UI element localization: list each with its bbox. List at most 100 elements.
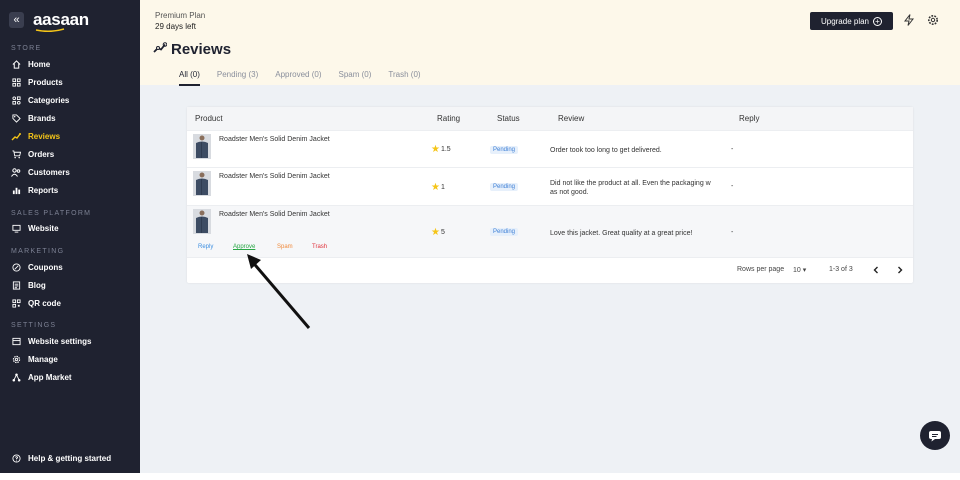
sidebar-item-categories[interactable]: Categories [11, 94, 69, 106]
rows-per-page-select[interactable]: 10 ▾ [793, 266, 806, 274]
lightning-icon[interactable] [903, 14, 915, 26]
product-name[interactable]: Roadster Men's Solid Denim Jacket [219, 211, 330, 218]
column-header-product: Product [195, 114, 223, 123]
collapse-sidebar-button[interactable]: « [9, 12, 24, 28]
sidebar-item-app-market[interactable]: App Market [11, 371, 72, 383]
review-text: Order took too long to get delivered. [550, 146, 728, 155]
blog-icon [11, 280, 21, 290]
upgrade-plan-button[interactable]: Upgrade plan + [810, 12, 893, 30]
status-badge: Pending [490, 183, 519, 191]
chat-icon [929, 430, 941, 441]
sidebar-item-website-settings[interactable]: Website settings [11, 335, 91, 347]
help-link[interactable]: Help & getting started [11, 452, 111, 464]
sidebar-item-products[interactable]: Products [11, 76, 63, 88]
sidebar-item-label: Brands [28, 113, 56, 123]
rating-value: 1.5 [440, 146, 451, 153]
sidebar-item-coupons[interactable]: Coupons [11, 261, 63, 273]
sidebar-item-label: Home [28, 59, 51, 69]
rating: ★ 1.5 [431, 144, 451, 155]
chevron-left-icon[interactable] [872, 266, 880, 274]
top-banner: Premium Plan 29 days left Reviews All (0… [140, 0, 960, 86]
sidebar-item-brands[interactable]: Brands [11, 112, 56, 124]
aasaan-logo[interactable]: aasaan [33, 11, 89, 32]
products-icon [11, 77, 21, 87]
table-row[interactable]: Roadster Men's Solid Denim Jacket ★ 1.5 P… [187, 130, 913, 167]
column-header-rating: Rating [437, 114, 461, 123]
app-frame: « aasaan STORE Home Products Categories … [0, 0, 960, 473]
reviews-icon [153, 41, 168, 58]
website-settings-icon [11, 336, 21, 346]
gear-icon[interactable] [927, 14, 939, 26]
sidebar-item-label: Manage [28, 354, 58, 364]
status-badge: Pending [490, 146, 519, 154]
plan-info: Premium Plan 29 days left [155, 10, 205, 32]
product-name[interactable]: Roadster Men's Solid Denim Jacket [219, 136, 330, 143]
sidebar-item-label: Reports [28, 185, 59, 195]
sidebar-item-label: Website [28, 223, 59, 233]
sidebar-item-reports[interactable]: Reports [11, 184, 58, 196]
reply-text: - [731, 183, 734, 190]
sidebar-item-label: Customers [28, 167, 70, 177]
sidebar-item-orders[interactable]: Orders [11, 148, 54, 160]
chat-button[interactable] [920, 421, 950, 450]
review-line: Did not like the product at all. Even th… [550, 180, 711, 187]
product-name[interactable]: Roadster Men's Solid Denim Jacket [219, 173, 330, 180]
logo-swoosh-icon [35, 28, 65, 32]
product-thumbnail [193, 209, 211, 234]
sidebar-item-customers[interactable]: Customers [11, 166, 70, 178]
rows-per-page-label: Rows per page [737, 266, 785, 273]
sidebar-item-label: Blog [28, 280, 46, 290]
review-text: Love this jacket. Great quality at a gre… [550, 229, 728, 238]
column-header-review: Review [558, 114, 585, 123]
sidebar-item-label: Reviews [28, 131, 61, 141]
chevron-right-icon[interactable] [896, 266, 904, 274]
tag-icon [11, 113, 21, 123]
section-marketing: MARKETING [11, 248, 65, 255]
page-range: 1-3 of 3 [829, 266, 853, 273]
section-store: STORE [11, 45, 42, 52]
sidebar-item-reviews[interactable]: Reviews [11, 130, 60, 142]
tab-trash[interactable]: Trash (0) [388, 70, 420, 83]
rows-per-page-value: 10 [793, 267, 801, 274]
review-text: Did not like the product at all. Even th… [550, 179, 728, 197]
reviews-icon [11, 131, 21, 141]
sidebar-item-label: Categories [28, 95, 70, 105]
page-title-text: Reviews [171, 41, 232, 58]
sidebar-item-label: Coupons [28, 262, 63, 272]
tab-all[interactable]: All (0) [179, 70, 200, 86]
section-sales-platform: SALES PLATFORM [11, 210, 92, 217]
status-badge: Pending [490, 228, 519, 236]
review-line: Love this jacket. Great quality at a gre… [550, 230, 693, 237]
sidebar-item-home[interactable]: Home [11, 58, 50, 70]
column-header-reply: Reply [739, 114, 760, 123]
table-row[interactable]: Roadster Men's Solid Denim Jacket ★ 1 Pen… [187, 167, 913, 205]
sidebar-item-label: Products [28, 77, 63, 87]
users-icon [11, 167, 21, 177]
sidebar-item-qr-code[interactable]: QR code [11, 297, 61, 309]
sidebar-item-label: Orders [28, 149, 55, 159]
rating: ★ 5 [431, 228, 445, 238]
tab-spam[interactable]: Spam (0) [339, 70, 372, 83]
sidebar-item-label: App Market [28, 372, 72, 382]
sidebar-item-label: Website settings [28, 336, 92, 346]
annotation-arrow [247, 254, 311, 329]
sidebar: « aasaan STORE Home Products Categories … [0, 0, 140, 473]
rating-value: 5 [440, 229, 445, 236]
plan-name: Premium Plan [155, 11, 206, 20]
sidebar-item-manage[interactable]: Manage [11, 353, 58, 365]
sidebar-item-website[interactable]: Website [11, 222, 59, 234]
tab-pending[interactable]: Pending (3) [217, 70, 258, 83]
monitor-icon [11, 223, 21, 233]
product-thumbnail [193, 171, 211, 196]
gear-icon [11, 354, 21, 364]
star-icon: ★ [431, 144, 440, 155]
qr-icon [11, 298, 21, 308]
help-icon [11, 453, 21, 463]
reply-action[interactable]: Reply [198, 244, 213, 250]
coupon-icon [11, 262, 21, 272]
sidebar-item-blog[interactable]: Blog [11, 279, 46, 291]
page-title: Reviews [153, 41, 231, 58]
upgrade-label: Upgrade plan [820, 16, 870, 26]
tab-approved[interactable]: Approved (0) [275, 70, 321, 83]
star-icon: ★ [431, 182, 440, 193]
